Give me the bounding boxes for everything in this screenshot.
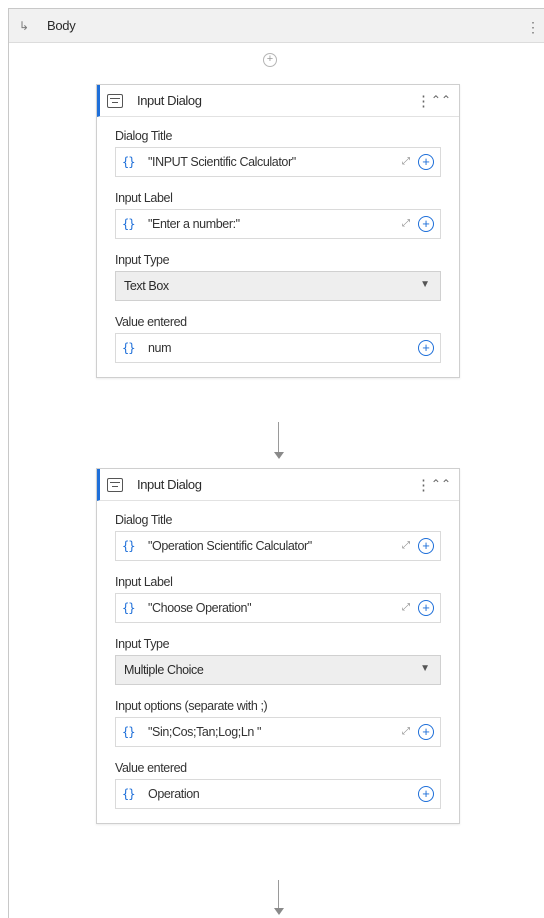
input-label-field[interactable]: {} "Enter a number:" ⤢ + bbox=[115, 209, 441, 239]
dialog-title-field[interactable]: {} "Operation Scientific Calculator" ⤢ + bbox=[115, 531, 441, 561]
add-variable-icon[interactable]: + bbox=[418, 154, 434, 170]
add-variable-icon[interactable]: + bbox=[418, 600, 434, 616]
add-variable-icon[interactable]: + bbox=[418, 786, 434, 802]
input-dialog-card-1[interactable]: Input Dialog ⋮ ⌃⌃ Dialog Title {} "INPUT… bbox=[96, 84, 460, 378]
body-title: Body bbox=[47, 18, 76, 33]
input-label-field[interactable]: {} "Choose Operation" ⤢ + bbox=[115, 593, 441, 623]
more-options-icon[interactable]: ⋮ bbox=[526, 19, 540, 36]
expression-icon: {} bbox=[122, 725, 135, 739]
expand-editor-icon[interactable]: ⤢ bbox=[402, 156, 410, 167]
value-entered-field[interactable]: {} Operation + bbox=[115, 779, 441, 809]
flow-arrow-icon bbox=[274, 908, 284, 915]
dialog-title-label: Dialog Title bbox=[115, 129, 173, 143]
expression-icon: {} bbox=[122, 155, 135, 169]
body-header[interactable]: ↳ Body ⋮ bbox=[9, 9, 544, 43]
flow-arrow-icon bbox=[274, 452, 284, 459]
dialog-title-value: "Operation Scientific Calculator" bbox=[148, 539, 312, 553]
add-variable-icon[interactable]: + bbox=[418, 724, 434, 740]
add-activity-icon[interactable]: + bbox=[263, 53, 277, 67]
card-header[interactable]: Input Dialog ⋮ ⌃⌃ bbox=[97, 85, 459, 117]
add-variable-icon[interactable]: + bbox=[418, 538, 434, 554]
return-arrow-icon: ↳ bbox=[19, 18, 30, 33]
expression-icon: {} bbox=[122, 341, 135, 355]
input-label-value: "Choose Operation" bbox=[148, 601, 252, 615]
input-type-label: Input Type bbox=[115, 253, 170, 267]
expand-editor-icon[interactable]: ⤢ bbox=[402, 726, 410, 737]
input-type-select[interactable]: Text Box ▼ bbox=[115, 271, 441, 301]
dialog-title-field[interactable]: {} "INPUT Scientific Calculator" ⤢ + bbox=[115, 147, 441, 177]
value-entered-field[interactable]: {} num + bbox=[115, 333, 441, 363]
chevron-down-icon: ▼ bbox=[420, 663, 430, 674]
expression-icon: {} bbox=[122, 601, 135, 615]
input-dialog-icon bbox=[107, 93, 123, 108]
input-options-field[interactable]: {} "Sin;Cos;Tan;Log;Ln " ⤢ + bbox=[115, 717, 441, 747]
value-entered-value: Operation bbox=[148, 787, 200, 801]
expand-editor-icon[interactable]: ⤢ bbox=[402, 602, 410, 613]
input-options-value: "Sin;Cos;Tan;Log;Ln " bbox=[148, 725, 262, 739]
input-type-label: Input Type bbox=[115, 637, 170, 651]
add-variable-icon[interactable]: + bbox=[418, 340, 434, 356]
expression-icon: {} bbox=[122, 217, 135, 231]
expand-editor-icon[interactable]: ⤢ bbox=[402, 540, 410, 551]
dialog-title-value: "INPUT Scientific Calculator" bbox=[148, 155, 296, 169]
collapse-icon[interactable]: ⌃⌃ bbox=[431, 477, 451, 491]
collapse-icon[interactable]: ⌃⌃ bbox=[431, 93, 451, 107]
input-label-label: Input Label bbox=[115, 191, 173, 205]
expand-editor-icon[interactable]: ⤢ bbox=[402, 218, 410, 229]
dialog-title-label: Dialog Title bbox=[115, 513, 173, 527]
expression-icon: {} bbox=[122, 787, 135, 801]
card-header[interactable]: Input Dialog ⋮ ⌃⌃ bbox=[97, 469, 459, 501]
card-title: Input Dialog bbox=[137, 93, 202, 108]
input-options-label: Input options (separate with ;) bbox=[115, 699, 268, 713]
add-variable-icon[interactable]: + bbox=[418, 216, 434, 232]
flow-connector-line bbox=[278, 422, 279, 452]
input-type-select[interactable]: Multiple Choice ▼ bbox=[115, 655, 441, 685]
input-type-value: Multiple Choice bbox=[124, 663, 204, 677]
chevron-down-icon: ▼ bbox=[420, 279, 430, 290]
expression-icon: {} bbox=[122, 539, 135, 553]
kebab-menu-icon[interactable]: ⋮ bbox=[416, 476, 431, 494]
value-entered-label: Value entered bbox=[115, 315, 187, 329]
card-title: Input Dialog bbox=[137, 477, 202, 492]
value-entered-value: num bbox=[148, 341, 172, 355]
input-dialog-card-2[interactable]: Input Dialog ⋮ ⌃⌃ Dialog Title {} "Opera… bbox=[96, 468, 460, 824]
input-label-label: Input Label bbox=[115, 575, 173, 589]
flow-connector-line bbox=[278, 880, 279, 908]
value-entered-label: Value entered bbox=[115, 761, 187, 775]
input-label-value: "Enter a number:" bbox=[148, 217, 240, 231]
kebab-menu-icon[interactable]: ⋮ bbox=[416, 92, 431, 110]
input-dialog-icon bbox=[107, 477, 123, 492]
input-type-value: Text Box bbox=[124, 279, 169, 293]
